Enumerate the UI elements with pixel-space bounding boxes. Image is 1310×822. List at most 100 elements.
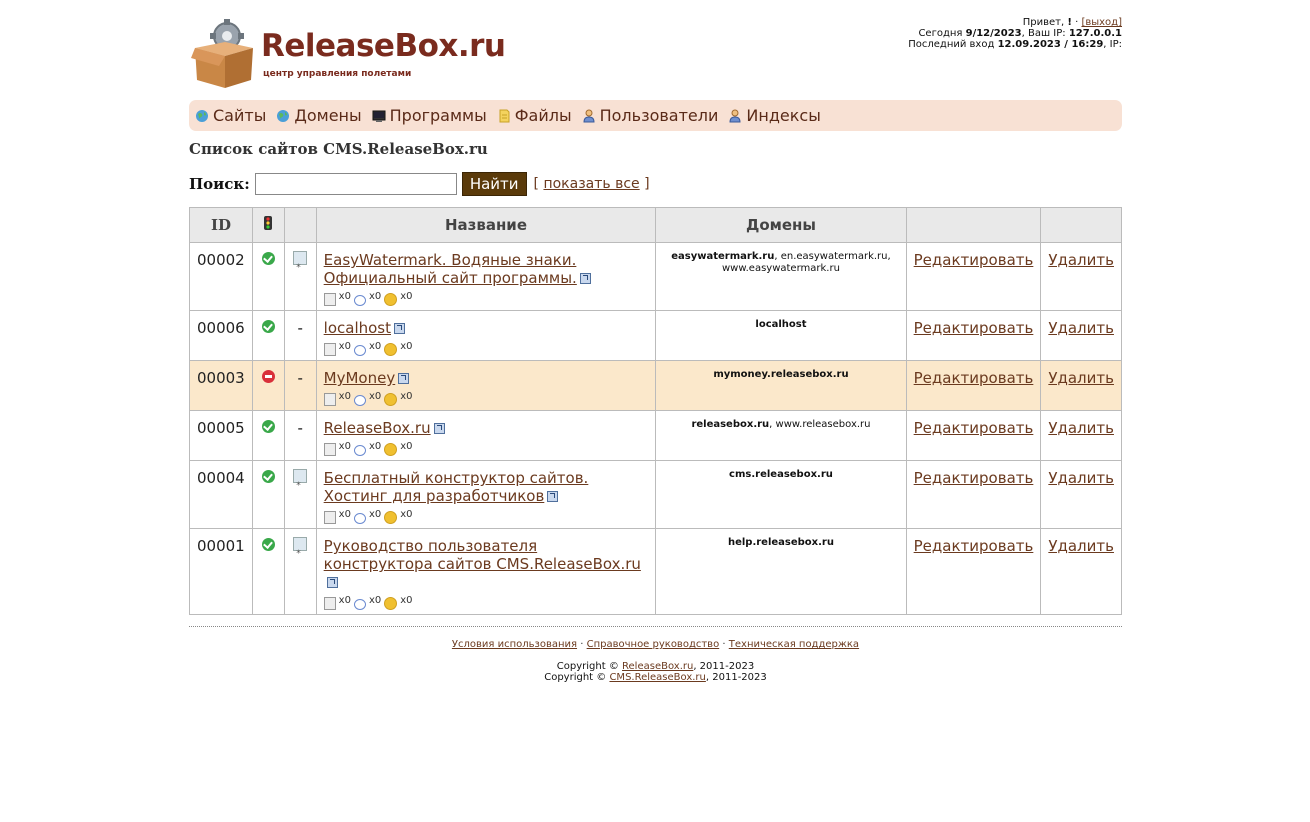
footer-divider: [189, 626, 1122, 627]
search-input[interactable]: [254, 173, 457, 195]
comments-icon: [353, 599, 366, 610]
globe-icon: [196, 109, 208, 122]
smiles-count: x0: [400, 441, 413, 452]
nav-item-programs[interactable]: Программы: [372, 106, 487, 125]
edit-cell: Редактировать: [905, 242, 1042, 311]
footer-link-manual[interactable]: Справочное руководство: [587, 639, 720, 650]
nav-item-users[interactable]: Пользователи: [582, 106, 718, 125]
table-row: 00006 - localhost x0 x0 x0 localhost Редактиров…: [189, 310, 1122, 361]
nav-item-domains[interactable]: Домены: [276, 106, 362, 125]
delete-cell: Удалить: [1040, 242, 1122, 311]
external-link-icon[interactable]: [394, 323, 405, 334]
site-name-link[interactable]: EasyWatermark. Водяные знаки. Официальны…: [324, 251, 577, 287]
site-thumbnail-icon: *: [293, 537, 308, 559]
status-ok-icon: [261, 470, 275, 483]
domains-cell: cms.releasebox.ru: [655, 460, 907, 529]
status-cell[interactable]: [251, 360, 285, 411]
search-button[interactable]: Найти: [461, 172, 527, 196]
footer-links: Условия использования · Справочное руков…: [189, 639, 1122, 650]
user-icon: [583, 109, 595, 122]
status-cell[interactable]: [251, 242, 285, 311]
smiley-icon: [384, 343, 398, 356]
nav-label: Файлы: [514, 106, 572, 125]
site-id: 00004: [189, 460, 253, 529]
column-header-name[interactable]: Название: [315, 207, 657, 243]
site-stats: x0 x0 x0: [323, 438, 649, 456]
smiley-icon: [384, 597, 398, 610]
edit-link[interactable]: Редактировать: [914, 251, 1034, 269]
copyright: Copyright © ReleaseBox.ru, 2011-2023 Cop…: [189, 661, 1122, 683]
delete-cell: Удалить: [1040, 528, 1122, 615]
external-link-icon[interactable]: [579, 273, 591, 284]
edit-link[interactable]: Редактировать: [914, 319, 1034, 337]
copyright-link-cms[interactable]: CMS.ReleaseBox.ru: [609, 672, 705, 683]
copyright-prefix: Copyright ©: [556, 661, 619, 672]
box-logo-icon: [191, 19, 253, 88]
monitor-icon: [372, 110, 386, 122]
edit-link[interactable]: Редактировать: [914, 469, 1034, 487]
site-name-link[interactable]: ReleaseBox.ru: [324, 419, 431, 437]
logo[interactable]: ReleaseBox.ru центр управления полетами: [189, 14, 509, 90]
delete-link[interactable]: Удалить: [1048, 419, 1114, 437]
comments-icon: [353, 295, 366, 306]
delete-link[interactable]: Удалить: [1048, 369, 1114, 387]
external-link-icon[interactable]: [326, 577, 338, 588]
delete-cell: Удалить: [1040, 360, 1122, 411]
logout-link[interactable]: [выход]: [1081, 17, 1122, 28]
image-cell: *: [283, 460, 317, 529]
delete-link[interactable]: Удалить: [1048, 537, 1114, 555]
user-name: !: [1067, 17, 1072, 28]
site-name-link[interactable]: Руководство пользователя конструктора са…: [324, 537, 641, 573]
edit-link[interactable]: Редактировать: [914, 369, 1034, 387]
name-cell: EasyWatermark. Водяные знаки. Официальны…: [315, 242, 657, 311]
external-link-icon[interactable]: [547, 491, 559, 502]
nav-label: Программы: [389, 106, 487, 125]
status-cell[interactable]: [251, 410, 285, 461]
nav-item-indexes[interactable]: Индексы: [728, 106, 821, 125]
edit-link[interactable]: Редактировать: [914, 419, 1034, 437]
pages-count: x0: [338, 509, 351, 520]
external-link-icon[interactable]: [433, 423, 445, 434]
nav-item-sites[interactable]: Сайты: [195, 106, 266, 125]
column-header-status: [251, 207, 285, 243]
nav-item-files[interactable]: Файлы: [497, 106, 572, 125]
delete-cell: Удалить: [1040, 410, 1122, 461]
last-login-value: 12.09.2023 / 16:29: [997, 39, 1104, 50]
smiles-count: x0: [400, 509, 413, 520]
pages-icon: [323, 443, 336, 456]
copyright-link-releasebox[interactable]: ReleaseBox.ru: [622, 661, 693, 672]
status-cell[interactable]: [251, 310, 285, 361]
globe-icon: [277, 109, 290, 122]
search-bar: Поиск: Найти [ показать все ]: [189, 172, 650, 196]
pages-icon: [323, 597, 336, 610]
column-header-domains[interactable]: Домены: [655, 207, 907, 243]
domain-main: releasebox.ru: [691, 419, 770, 430]
show-all-link[interactable]: показать все: [543, 176, 639, 192]
site-name-link[interactable]: localhost: [324, 319, 391, 337]
comments-icon: [353, 513, 366, 524]
status-cell[interactable]: [251, 528, 285, 615]
delete-cell: Удалить: [1040, 310, 1122, 361]
table-row: 00004 * Бесплатный конструктор сайтов. Хос…: [189, 460, 1122, 529]
status-cell[interactable]: [251, 460, 285, 529]
external-link-icon[interactable]: [398, 373, 410, 384]
footer-separator: ·: [580, 639, 584, 650]
footer-link-support[interactable]: Техническая поддержка: [729, 639, 859, 650]
comments-count: x0: [368, 391, 382, 402]
table-header-row: ID Название Домены: [189, 207, 1122, 243]
name-cell: localhost x0 x0 x0: [315, 310, 657, 361]
status-disabled-icon: [261, 370, 275, 383]
site-name-link[interactable]: MyMoney: [324, 369, 396, 387]
smiles-count: x0: [400, 291, 413, 302]
footer-link-terms[interactable]: Условия использования: [452, 639, 577, 650]
delete-link[interactable]: Удалить: [1048, 319, 1114, 337]
edit-link[interactable]: Редактировать: [914, 537, 1034, 555]
sites-table: ID Название Домены 00002 * EasyWatermark. …: [189, 207, 1122, 615]
edit-cell: Редактировать: [905, 310, 1042, 361]
site-id: 00001: [189, 528, 253, 615]
smiley-icon: [384, 293, 398, 306]
column-header-edit: [905, 207, 1042, 243]
delete-link[interactable]: Удалить: [1048, 469, 1114, 487]
column-header-id[interactable]: ID: [189, 207, 253, 243]
delete-link[interactable]: Удалить: [1048, 251, 1114, 269]
